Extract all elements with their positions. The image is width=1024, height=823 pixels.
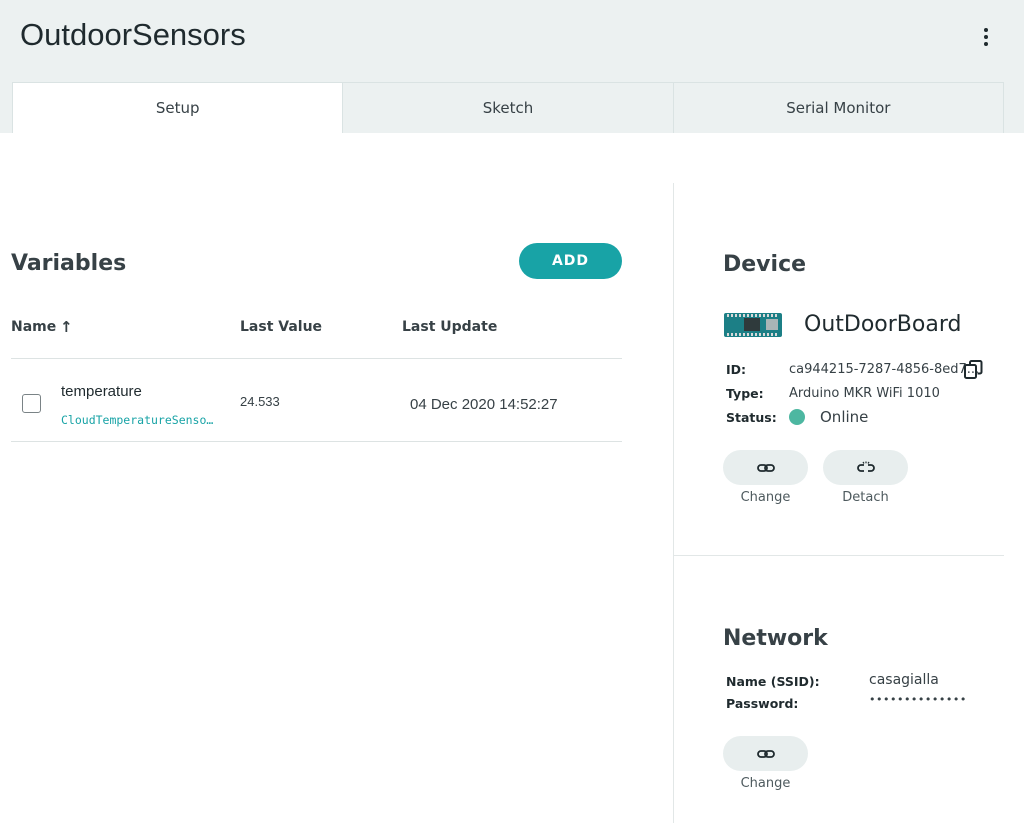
network-ssid-label: Name (SSID): — [726, 674, 820, 689]
device-id-value: ca944215-7287-4856-8ed7... — [789, 362, 980, 377]
copy-icon[interactable] — [963, 360, 985, 380]
device-status-value: Online — [820, 408, 869, 426]
arduino-board-icon — [724, 313, 782, 337]
detach-device-button[interactable] — [823, 450, 908, 485]
device-id-label: ID: — [726, 362, 747, 377]
tab-sketch[interactable]: Sketch — [343, 82, 674, 133]
device-title: Device — [723, 252, 807, 277]
device-status-label: Status: — [726, 410, 777, 425]
variables-title: Variables — [11, 251, 127, 276]
link-icon — [756, 463, 775, 472]
column-header-name[interactable]: Name — [11, 319, 56, 335]
change-network-button[interactable] — [723, 736, 808, 771]
variable-last-update: 04 Dec 2020 14:52:27 — [410, 396, 558, 413]
tab-bar: Setup Sketch Serial Monitor — [12, 82, 1004, 133]
panel-divider — [673, 183, 674, 823]
change-device-label[interactable]: Change — [723, 490, 808, 505]
section-divider — [673, 555, 1004, 556]
add-variable-button[interactable]: ADD — [519, 243, 622, 279]
column-header-last-update[interactable]: Last Update — [402, 319, 497, 335]
tab-setup[interactable]: Setup — [12, 82, 344, 133]
variable-last-value: 24.533 — [240, 394, 280, 409]
column-header-last-value[interactable]: Last Value — [240, 319, 322, 335]
change-network-label[interactable]: Change — [723, 776, 808, 791]
device-type-value: Arduino MKR WiFi 1010 — [789, 386, 940, 401]
detach-device-label[interactable]: Detach — [823, 490, 908, 505]
variable-type: CloudTemperatureSenso… — [61, 413, 214, 427]
table-divider — [11, 358, 622, 359]
table-divider — [11, 441, 622, 442]
status-online-icon — [789, 409, 805, 425]
variable-name[interactable]: temperature — [61, 383, 142, 400]
unlink-icon — [856, 461, 875, 472]
more-vertical-icon[interactable] — [976, 24, 996, 50]
thing-title: OutdoorSensors — [20, 17, 246, 52]
device-name[interactable]: OutDoorBoard — [804, 312, 961, 337]
network-ssid-value: casagialla — [869, 672, 939, 688]
arrow-up-icon[interactable]: ↑ — [60, 318, 73, 336]
network-password-value: •••••••••••••• — [869, 693, 967, 706]
network-password-label: Password: — [726, 696, 799, 711]
thing-header: OutdoorSensors Setup Sketch Serial Monit… — [0, 0, 1024, 133]
link-icon — [756, 749, 775, 758]
tab-serial-monitor[interactable]: Serial Monitor — [673, 82, 1004, 133]
change-device-button[interactable] — [723, 450, 808, 485]
network-title: Network — [723, 626, 828, 651]
device-type-label: Type: — [726, 386, 764, 401]
row-checkbox[interactable] — [22, 394, 41, 413]
